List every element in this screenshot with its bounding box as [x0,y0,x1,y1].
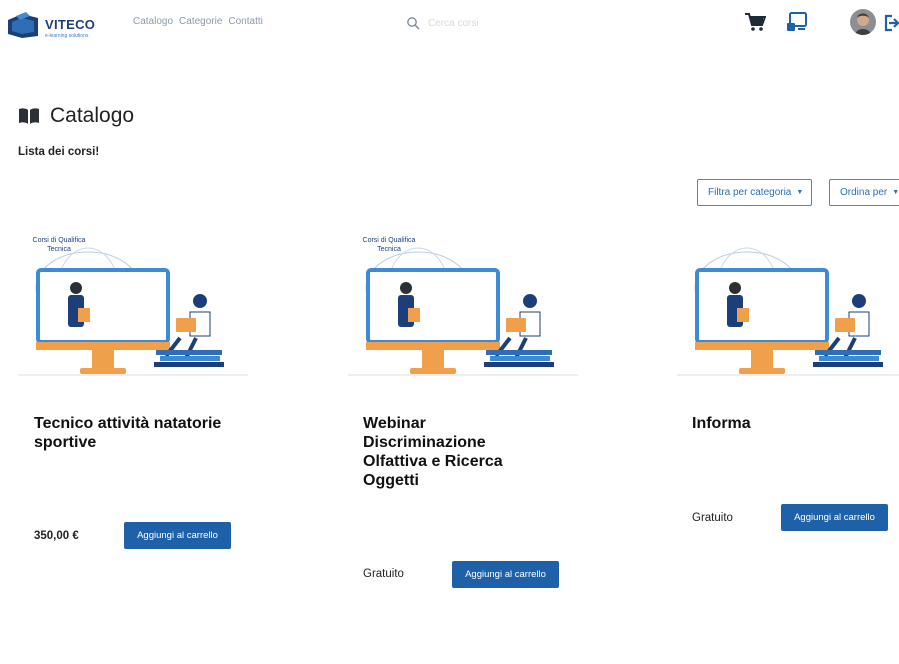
logout-icon[interactable] [883,14,899,32]
course-title[interactable]: Tecnico attività natatorie sportive [34,414,244,452]
course-illustration [677,247,899,376]
search-icon[interactable] [406,16,420,30]
course-thumbnail[interactable]: Corsi di Qualifica Tecnica [18,228,248,378]
nav-link-categorie[interactable]: Categorie [179,16,222,27]
add-to-cart-button[interactable]: Aggiungi al carrello [781,504,888,531]
sort-label: Ordina per [840,187,888,198]
page-subtitle: Lista dei corsi! [18,146,100,158]
user-avatar[interactable] [850,9,876,35]
course-title[interactable]: Webinar Discriminazione Olfattiva e Rice… [363,414,538,490]
avatar-image [850,9,876,35]
course-price: 350,00 € [34,530,79,542]
add-to-cart-button[interactable]: Aggiungi al carrello [124,522,231,549]
logo-tagline: e-learning solutions [45,33,89,39]
add-to-cart-button[interactable]: Aggiungi al carrello [452,561,559,588]
book-open-icon [19,108,39,124]
top-navbar: VITECO e-learning solutions Catalogo Cat… [0,0,899,48]
course-title[interactable]: Informa [692,414,899,433]
course-thumbnail[interactable]: Corsi di Qualifica Tecnica [348,228,578,378]
course-thumbnail[interactable] [677,228,899,378]
course-card: Corsi di Qualifica Tecnica Tecnico attiv… [18,228,258,608]
search-bar [406,12,556,34]
logo-text: VITECO [45,17,96,32]
caret-down-icon: ▼ [796,189,804,196]
nav-link-catalogo[interactable]: Catalogo [133,16,173,27]
search-input[interactable] [426,16,546,30]
page-header: Catalogo [18,104,134,128]
cart-icon[interactable] [744,12,766,32]
thumbnail-caption: Corsi di Qualifica Tecnica [32,237,86,253]
nav-link-contatti[interactable]: Contatti [228,16,262,27]
cast-icon[interactable] [786,11,808,33]
logo-mark-icon [8,12,38,38]
course-price: Gratuito [363,568,404,580]
course-price: Gratuito [692,512,733,524]
viteco-logo[interactable]: VITECO e-learning solutions [8,8,108,42]
sort-dropdown[interactable]: Ordina per ▼ [829,179,899,206]
filter-category-label: Filtra per categoria [708,187,792,198]
course-card: Informa Gratuito Aggiungi al carrello [677,228,899,608]
page-title: Catalogo [50,104,135,127]
filter-category-dropdown[interactable]: Filtra per categoria ▼ [697,179,812,206]
course-card: Corsi di Qualifica Tecnica Webinar Discr… [348,228,588,608]
caret-down-icon: ▼ [892,189,899,196]
main-nav: Catalogo Categorie Contatti [133,16,263,27]
thumbnail-caption: Corsi di Qualifica Tecnica [362,237,416,253]
